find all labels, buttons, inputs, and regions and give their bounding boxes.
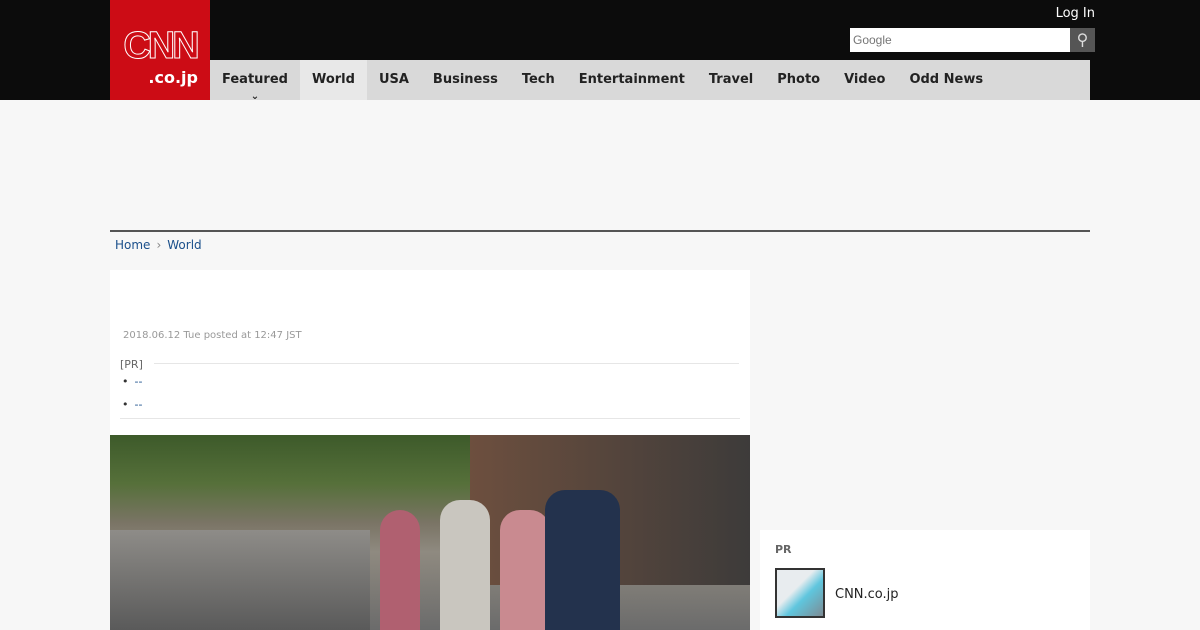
chevron-right-icon: › bbox=[156, 238, 162, 252]
photo-person bbox=[545, 490, 620, 630]
nav-tech[interactable]: Tech bbox=[510, 60, 567, 100]
nav-world[interactable]: World bbox=[299, 60, 367, 100]
photo-person bbox=[500, 510, 550, 630]
divider bbox=[110, 230, 1090, 232]
nav-travel[interactable]: Travel bbox=[697, 60, 765, 100]
photo-person bbox=[440, 500, 490, 630]
nav-featured[interactable]: Featured ⌄ bbox=[210, 60, 300, 102]
search-button[interactable]: ⚲ bbox=[1070, 28, 1095, 52]
nav-entertainment[interactable]: Entertainment bbox=[567, 60, 697, 100]
nav-usa[interactable]: USA bbox=[367, 60, 421, 100]
breadcrumb-home[interactable]: Home bbox=[115, 238, 150, 252]
post-date: 2018.06.12 Tue posted at 12:47 JST bbox=[123, 330, 302, 341]
pr-link-item[interactable]: • -- bbox=[122, 398, 142, 411]
pr-link-item[interactable]: • -- bbox=[122, 375, 142, 388]
nav-business[interactable]: Business bbox=[421, 60, 510, 100]
pr-link[interactable]: -- bbox=[135, 375, 143, 388]
breadcrumb: Home › World bbox=[115, 238, 202, 252]
pr-item-link[interactable]: CNN.co.jp bbox=[835, 587, 899, 602]
search-icon: ⚲ bbox=[1076, 30, 1089, 49]
cnn-logo[interactable]: CNN .co.jp bbox=[110, 0, 210, 100]
mail-thumbnail-icon[interactable] bbox=[775, 568, 825, 618]
chevron-down-icon: ⌄ bbox=[250, 91, 260, 102]
article-card: 2018.06.12 Tue posted at 12:47 JST [PR] … bbox=[110, 270, 750, 435]
photo-person bbox=[380, 510, 420, 630]
divider bbox=[154, 363, 739, 364]
nav-photo[interactable]: Photo bbox=[765, 60, 832, 100]
pr-label: [PR] bbox=[120, 358, 143, 371]
logo-text: CNN bbox=[123, 25, 200, 67]
divider bbox=[120, 418, 740, 419]
logo-subtext: .co.jp bbox=[148, 68, 198, 87]
article-photo bbox=[110, 435, 750, 630]
main-nav: Featured ⌄ World USA Business Tech Entert… bbox=[210, 60, 1090, 102]
bullet: • bbox=[122, 375, 129, 388]
nav-video[interactable]: Video bbox=[832, 60, 897, 100]
pr-sidebar: PR CNN.co.jp bbox=[760, 530, 1090, 630]
photo-road bbox=[110, 530, 370, 630]
login-link[interactable]: Log In bbox=[1056, 6, 1095, 21]
nav-odd-news[interactable]: Odd News bbox=[897, 60, 995, 100]
breadcrumb-world[interactable]: World bbox=[167, 238, 201, 252]
search-input[interactable] bbox=[850, 28, 1070, 52]
pr-heading: PR bbox=[775, 543, 792, 556]
pr-link[interactable]: -- bbox=[135, 398, 143, 411]
bullet: • bbox=[122, 398, 129, 411]
